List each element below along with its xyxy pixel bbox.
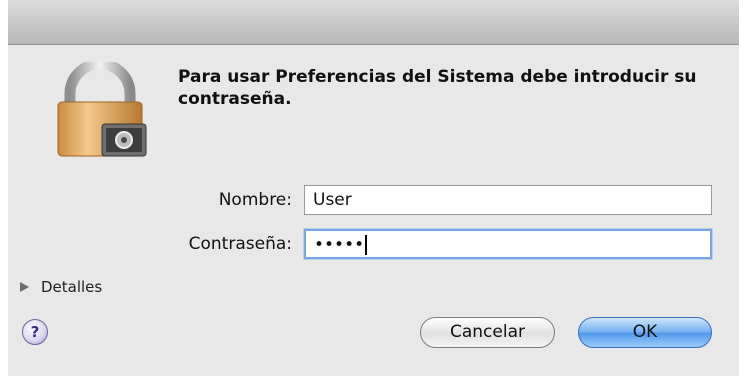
help-icon: ? — [30, 323, 40, 341]
help-button[interactable]: ? — [22, 319, 48, 345]
details-disclosure[interactable]: Detalles — [20, 278, 102, 296]
lock-icon — [57, 62, 147, 157]
details-label: Detalles — [41, 278, 103, 296]
name-value: User — [313, 190, 352, 210]
password-field[interactable]: ••••• — [304, 229, 712, 259]
title-bar — [8, 0, 739, 45]
text-caret — [365, 235, 368, 255]
authentication-dialog: Para usar Preferencias del Sistema debe … — [8, 0, 739, 376]
dialog-message: Para usar Preferencias del Sistema debe … — [178, 67, 697, 109]
name-label: Nombre: — [218, 190, 292, 210]
password-value: ••••• — [314, 235, 365, 255]
cancel-button[interactable]: Cancelar — [420, 317, 555, 348]
name-field[interactable]: User — [304, 185, 712, 215]
password-label: Contraseña: — [188, 234, 292, 254]
ok-button[interactable]: OK — [578, 317, 712, 348]
disclosure-triangle-icon — [20, 282, 29, 292]
